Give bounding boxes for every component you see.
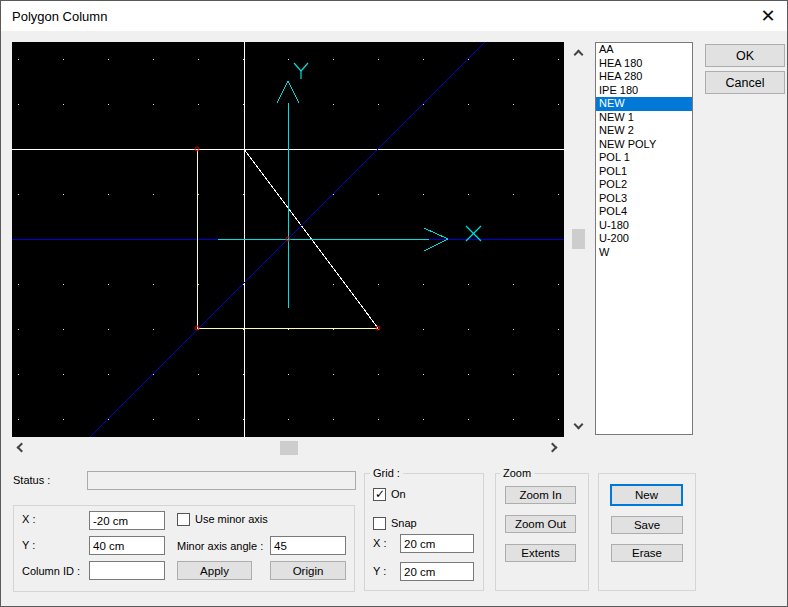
- apply-button[interactable]: Apply: [177, 561, 252, 580]
- y-label: Y :: [22, 539, 35, 551]
- grid-y-input[interactable]: 20 cm: [400, 562, 474, 581]
- list-item[interactable]: AA: [596, 43, 692, 57]
- polygon-column-dialog: { "window": { "title": "Polygon Column",…: [0, 0, 788, 607]
- canvas-drawing: [12, 42, 564, 437]
- status-field: [87, 471, 356, 490]
- new-button[interactable]: New: [610, 484, 683, 506]
- list-item[interactable]: POL4: [596, 205, 692, 219]
- grid-x-input[interactable]: 20 cm: [400, 534, 474, 553]
- horizontal-scroll-thumb[interactable]: [280, 441, 298, 455]
- use-minor-axis-label: Use minor axis: [195, 513, 268, 525]
- vertical-scrollbar[interactable]: [569, 42, 588, 437]
- list-item[interactable]: HEA 180: [596, 57, 692, 71]
- window-title: Polygon Column: [12, 9, 107, 24]
- grid-group-label: Grid :: [370, 467, 403, 479]
- zoom-group-label: Zoom: [500, 467, 534, 479]
- erase-button[interactable]: Erase: [611, 544, 683, 562]
- grid-x-label: X :: [373, 537, 386, 549]
- vertical-scroll-thumb[interactable]: [572, 229, 585, 249]
- list-item[interactable]: POL3: [596, 192, 692, 206]
- status-label: Status :: [13, 474, 50, 486]
- zoom-out-button[interactable]: Zoom Out: [505, 515, 576, 533]
- axis-label-Y: [294, 63, 308, 79]
- extents-button[interactable]: Extents: [505, 544, 576, 562]
- scroll-left-icon[interactable]: [17, 443, 27, 453]
- list-item[interactable]: IPE 180: [596, 84, 692, 98]
- grid-snap-checkbox[interactable]: ✓: [373, 517, 386, 530]
- save-button[interactable]: Save: [611, 516, 683, 534]
- scroll-up-icon[interactable]: [574, 50, 584, 60]
- list-item[interactable]: NEW 2: [596, 124, 692, 138]
- minor-axis-angle-input[interactable]: 45: [270, 536, 346, 555]
- grid-y-label: Y :: [373, 565, 386, 577]
- list-item[interactable]: NEW POLY: [596, 138, 692, 152]
- list-item[interactable]: POL2: [596, 178, 692, 192]
- grid-on-label: On: [391, 488, 406, 500]
- list-item[interactable]: U-180: [596, 219, 692, 233]
- use-minor-axis-checkbox[interactable]: ✓: [177, 513, 190, 526]
- column-id-label: Column ID :: [22, 565, 80, 577]
- scroll-down-icon[interactable]: [574, 420, 584, 430]
- list-item[interactable]: NEW 1: [596, 111, 692, 125]
- cancel-button[interactable]: Cancel: [705, 71, 785, 94]
- list-item[interactable]: POL1: [596, 165, 692, 179]
- ok-button[interactable]: OK: [705, 44, 785, 67]
- minor-axis-angle-label: Minor axis angle :: [177, 540, 263, 552]
- list-item[interactable]: W: [596, 246, 692, 260]
- grid-on-checkbox[interactable]: ✓: [373, 488, 386, 501]
- list-item[interactable]: POL 1: [596, 151, 692, 165]
- x-label: X :: [22, 513, 35, 525]
- list-item[interactable]: NEW: [596, 97, 692, 111]
- section-list[interactable]: AAHEA 180HEA 280IPE 180NEWNEW 1NEW 2NEW …: [595, 42, 693, 435]
- x-input[interactable]: -20 cm: [89, 511, 165, 530]
- scroll-right-icon[interactable]: [548, 443, 558, 453]
- grid-snap-label: Snap: [391, 517, 417, 529]
- list-item[interactable]: U-200: [596, 232, 692, 246]
- list-item[interactable]: HEA 280: [596, 70, 692, 84]
- zoom-in-button[interactable]: Zoom In: [505, 486, 576, 504]
- drawing-canvas[interactable]: [12, 42, 564, 437]
- y-input[interactable]: 40 cm: [89, 536, 165, 555]
- title-bar: Polygon Column ✕: [1, 1, 787, 31]
- close-icon[interactable]: ✕: [756, 5, 780, 27]
- column-id-input[interactable]: [89, 561, 165, 580]
- origin-button[interactable]: Origin: [270, 561, 346, 580]
- horizontal-scrollbar[interactable]: [9, 439, 565, 457]
